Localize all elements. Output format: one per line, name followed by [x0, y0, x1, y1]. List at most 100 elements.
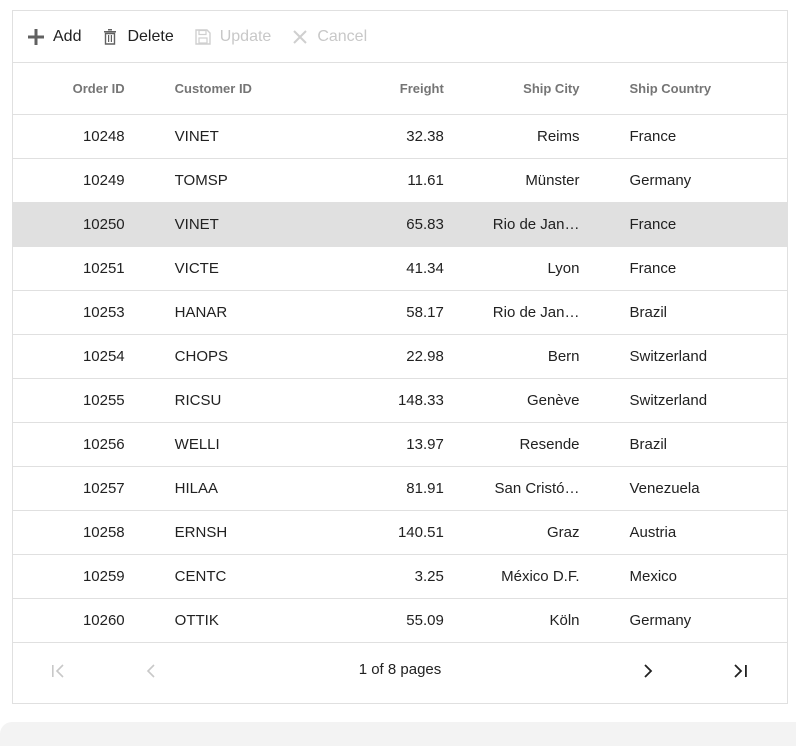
cell-ship-country: Brazil	[629, 436, 668, 453]
cell-ship-country: Germany	[629, 612, 692, 629]
update-button[interactable]: Update	[194, 27, 272, 46]
cell-ship-city: Bern	[547, 348, 580, 365]
cell-ship-country: Mexico	[629, 568, 678, 585]
cell-ship-country: France	[629, 216, 677, 233]
cell-freight: 148.33	[397, 392, 444, 409]
cell-freight: 13.97	[406, 436, 444, 453]
update-label: Update	[219, 27, 272, 45]
header-ship-country[interactable]: Ship Country	[592, 81, 788, 96]
cell-customer-id: HANAR	[174, 304, 228, 321]
cell-freight: 11.61	[407, 172, 444, 189]
grid-body: 10248 VINET 32.38 Reims France 10249 TOM…	[13, 115, 787, 643]
cell-ship-country: Venezuela	[629, 480, 700, 497]
cell-freight: 140.51	[397, 524, 444, 541]
cell-freight: 81.91	[406, 480, 444, 497]
page-footer-strip	[0, 722, 796, 746]
cell-customer-id: VINET	[174, 216, 219, 233]
cell-ship-country: Austria	[629, 524, 677, 541]
cell-ship-country: Brazil	[629, 304, 668, 321]
cell-freight: 32.38	[406, 128, 444, 145]
table-row[interactable]: 10258 ERNSH 140.51 Graz Austria	[13, 511, 787, 555]
cell-ship-city: Münster	[525, 172, 580, 189]
cell-customer-id: ERNSH	[174, 524, 228, 541]
last-page-icon	[732, 664, 748, 682]
cell-ship-city: Genève	[526, 392, 580, 409]
table-row[interactable]: 10256 WELLI 13.97 Resende Brazil	[13, 423, 787, 467]
cell-customer-id: VINET	[174, 128, 219, 145]
header-freight[interactable]: Freight	[336, 81, 456, 96]
last-page-button[interactable]	[728, 661, 752, 685]
cell-customer-id: CENTC	[174, 568, 227, 585]
cell-ship-city: San Cristó…	[494, 480, 580, 497]
grid-header: Order ID Customer ID Freight Ship City S…	[13, 63, 787, 115]
cell-order-id: 10250	[82, 216, 125, 233]
table-row[interactable]: 10254 CHOPS 22.98 Bern Switzerland	[13, 335, 787, 379]
cell-customer-id: RICSU	[174, 392, 222, 409]
chevron-right-icon	[643, 664, 653, 682]
save-icon	[194, 28, 212, 46]
cell-order-id: 10260	[82, 612, 125, 629]
table-row[interactable]: 10249 TOMSP 11.61 Münster Germany	[13, 159, 787, 203]
cell-order-id: 10251	[82, 260, 125, 277]
cell-ship-country: Switzerland	[629, 348, 708, 365]
table-row[interactable]: 10259 CENTC 3.25 México D.F. Mexico	[13, 555, 787, 599]
cell-order-id: 10253	[82, 304, 125, 321]
delete-button[interactable]: Delete	[101, 27, 174, 46]
table-row[interactable]: 10255 RICSU 148.33 Genève Switzerland	[13, 379, 787, 423]
page: Add Delete Update Cancel Order ID Custom…	[0, 0, 796, 746]
add-button[interactable]: Add	[27, 28, 81, 46]
cell-customer-id: TOMSP	[174, 172, 228, 189]
header-order-id[interactable]: Order ID	[13, 81, 137, 96]
delete-label: Delete	[127, 27, 174, 45]
cell-freight: 41.34	[406, 260, 444, 277]
cell-freight: 3.25	[414, 568, 444, 585]
table-row[interactable]: 10260 OTTIK 55.09 Köln Germany	[13, 599, 787, 643]
cell-ship-city: Lyon	[547, 260, 580, 277]
cell-freight: 22.98	[406, 348, 444, 365]
cell-ship-city: Rio de Jan…	[492, 216, 580, 233]
table-row[interactable]: 10257 HILAA 81.91 San Cristó… Venezuela	[13, 467, 787, 511]
cell-freight: 55.09	[406, 612, 444, 629]
cell-order-id: 10258	[82, 524, 125, 541]
cell-order-id: 10255	[82, 392, 125, 409]
cell-ship-country: France	[629, 260, 677, 277]
close-icon	[291, 28, 309, 46]
table-row[interactable]: 10253 HANAR 58.17 Rio de Jan… Brazil	[13, 291, 787, 335]
cancel-label: Cancel	[317, 27, 368, 45]
cell-ship-city: Reims	[536, 128, 580, 145]
cell-customer-id: VICTE	[174, 260, 219, 277]
data-grid: Add Delete Update Cancel Order ID Custom…	[12, 10, 788, 704]
cell-customer-id: HILAA	[174, 480, 219, 497]
cell-ship-country: France	[629, 128, 677, 145]
cell-order-id: 10248	[82, 128, 125, 145]
cancel-button[interactable]: Cancel	[291, 28, 367, 46]
cell-ship-city: Rio de Jan…	[492, 304, 580, 321]
header-ship-city[interactable]: Ship City	[456, 81, 592, 96]
cell-ship-city: Resende	[519, 436, 580, 453]
table-row[interactable]: 10248 VINET 32.38 Reims France	[13, 115, 787, 159]
next-page-button[interactable]	[636, 661, 660, 685]
pager-info: 1 of 8 pages	[358, 661, 442, 678]
cell-order-id: 10256	[82, 436, 125, 453]
cell-ship-country: Germany	[629, 172, 692, 189]
cell-ship-city: México D.F.	[501, 568, 580, 585]
cell-ship-city: Köln	[549, 612, 580, 629]
add-label: Add	[53, 27, 82, 45]
cell-ship-country: Switzerland	[629, 392, 708, 409]
cell-order-id: 10257	[82, 480, 125, 497]
cell-order-id: 10254	[82, 348, 125, 365]
plus-icon	[27, 28, 45, 46]
cell-order-id: 10259	[82, 568, 125, 585]
cell-ship-city: Graz	[546, 524, 580, 541]
trash-icon	[101, 28, 119, 46]
cell-customer-id: OTTIK	[174, 612, 219, 629]
cell-customer-id: CHOPS	[174, 348, 228, 365]
cell-customer-id: WELLI	[174, 436, 220, 453]
header-customer-id[interactable]: Customer ID	[137, 81, 337, 96]
cell-freight: 65.83	[406, 216, 444, 233]
grid-pager: 1 of 8 pages	[13, 643, 787, 703]
table-row-selected[interactable]: 10250 VINET 65.83 Rio de Jan… France	[13, 203, 787, 247]
cell-freight: 58.17	[406, 304, 444, 321]
cell-order-id: 10249	[82, 172, 125, 189]
table-row[interactable]: 10251 VICTE 41.34 Lyon France	[13, 247, 787, 291]
